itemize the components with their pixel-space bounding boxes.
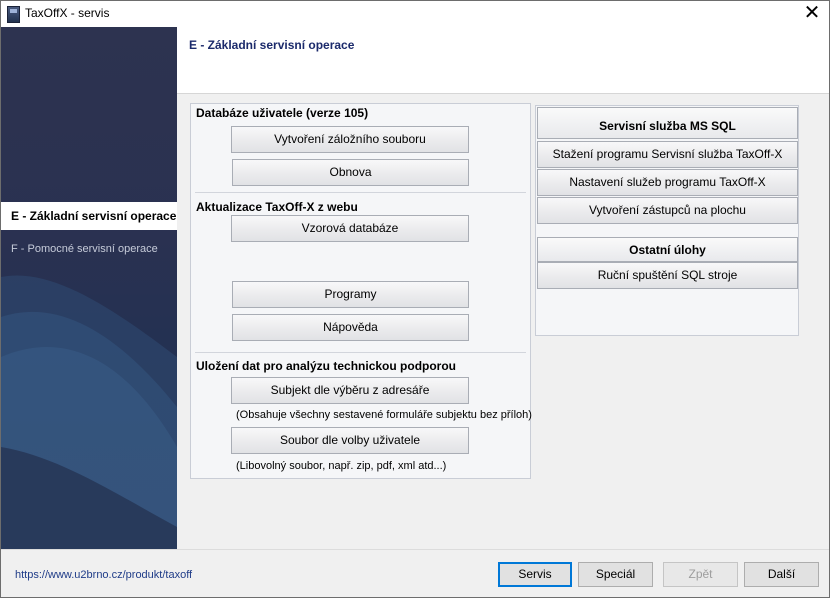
close-icon[interactable]: ✕ [801,3,823,25]
start-sql-engine-button[interactable]: Ruční spuštění SQL stroje [537,262,798,289]
section-divider [195,352,526,353]
back-button[interactable]: Zpět [663,562,738,587]
section-divider [195,192,526,193]
next-button[interactable]: Další [744,562,819,587]
save-section-title: Uložení dat pro analýzu technickou podpo… [196,359,457,373]
user-file-button[interactable]: Soubor dle volby uživatele [231,427,469,454]
app-icon [7,6,20,23]
subject-note: (Obsahuje všechny sestavené formuláře su… [236,409,532,421]
sidebar-item-zakladni[interactable]: E - Základní servisní operace [1,202,177,230]
help-button[interactable]: Nápověda [232,314,469,341]
page-header: E - Základní servisní operace [177,27,829,94]
sidebar-background-waves [1,275,177,549]
window-title: TaxOffX - servis [25,6,110,20]
sql-section-title: Servisní služba MS SQL [537,107,798,139]
backup-file-button[interactable]: Vytvoření záložního souboru [231,126,469,153]
update-section-title: Aktualizace TaxOff-X z webu [196,200,358,214]
content-area: Databáze uživatele (verze 105) Vytvoření… [177,94,829,549]
special-button[interactable]: Speciál [578,562,653,587]
other-section-title: Ostatní úlohy [537,237,798,262]
left-panel: Databáze uživatele (verze 105) Vytvoření… [190,103,532,479]
title-bar: TaxOffX - servis ✕ [1,1,829,27]
download-service-button[interactable]: Stažení programu Servisní služba TaxOff-… [537,141,798,168]
file-note: (Libovolný soubor, např. zip, pdf, xml a… [236,460,447,472]
main-window: TaxOffX - servis ✕ E - Základní servisní… [0,0,830,598]
restore-button[interactable]: Obnova [232,159,469,186]
right-panel: Servisní služba MS SQL Stažení programu … [535,105,799,336]
programs-button[interactable]: Programy [232,281,469,308]
sample-database-button[interactable]: Vzorová databáze [231,215,469,242]
footer: https://www.u2brno.cz/produkt/taxoff Ser… [1,549,829,597]
product-link[interactable]: https://www.u2brno.cz/produkt/taxoff [15,569,192,581]
subject-from-directory-button[interactable]: Subjekt dle výběru z adresáře [231,377,469,404]
db-section-title: Databáze uživatele (verze 105) [196,106,369,120]
page-title: E - Základní servisní operace [189,38,355,52]
service-settings-button[interactable]: Nastavení služeb programu TaxOff-X [537,169,798,196]
sidebar: E - Základní servisní operace F - Pomocn… [1,27,177,549]
create-shortcuts-button[interactable]: Vytvoření zástupců na plochu [537,197,798,224]
servis-button[interactable]: Servis [498,562,572,587]
sidebar-item-pomocne[interactable]: F - Pomocné servisní operace [1,235,177,263]
